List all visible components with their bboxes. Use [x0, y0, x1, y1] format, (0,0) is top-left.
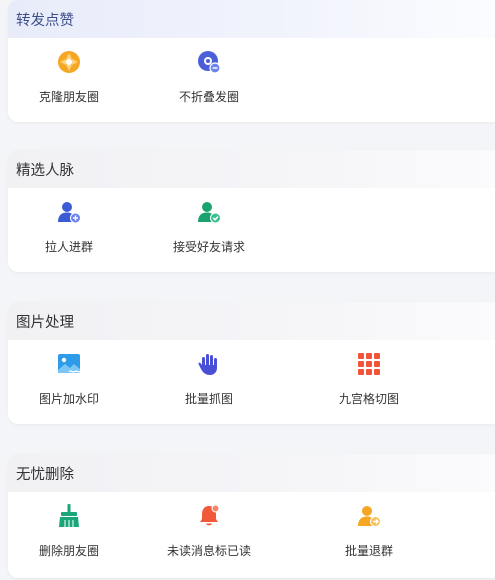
image-watermark-button[interactable]: 图片加水印: [8, 340, 143, 407]
section-worry-free-delete: 无忧删除 删除朋友圈 未读消息标已读 批量退群: [8, 454, 495, 578]
tile-label: 批量退群: [344, 544, 393, 558]
section-image-processing: 图片处理 图片加水印 批量抓图 九宫格切图: [8, 302, 495, 424]
mark-unread-as-read-button[interactable]: 未读消息标已读: [135, 492, 283, 559]
nine-grid-cut-button[interactable]: 九宫格切图: [295, 340, 443, 407]
delete-moments-button[interactable]: 删除朋友圈: [8, 492, 143, 559]
section-title: 图片处理: [8, 302, 495, 340]
nine-grid-icon: [357, 352, 381, 376]
section-title: 转发点赞: [8, 0, 495, 38]
unfold-settings-icon: [197, 50, 221, 74]
section-forward-like: 转发点赞 克隆朋友圈 不折叠发圈: [8, 0, 495, 122]
no-fold-post-button[interactable]: 不折叠发圈: [135, 38, 283, 105]
hand-grab-icon: [197, 352, 221, 376]
aperture-icon: [57, 50, 81, 74]
tile-label: 图片加水印: [38, 392, 99, 406]
section-title: 无忧删除: [8, 454, 495, 492]
tile-label: 批量抓图: [184, 392, 233, 406]
tile-label: 九宫格切图: [338, 392, 399, 406]
accept-friend-icon: [197, 200, 221, 224]
section-selected-contacts: 精选人脉 拉人进群 接受好友请求: [8, 150, 495, 272]
tile-label: 拉人进群: [44, 240, 93, 254]
tile-label: 删除朋友圈: [38, 544, 99, 558]
tile-label: 接受好友请求: [172, 240, 245, 254]
image-watermark-icon: [57, 352, 81, 376]
invite-to-group-button[interactable]: 拉人进群: [8, 188, 143, 255]
leave-group-icon: [357, 504, 381, 528]
clone-moments-button[interactable]: 克隆朋友圈: [8, 38, 143, 105]
section-title: 精选人脉: [8, 150, 495, 188]
tile-label: 不折叠发圈: [178, 90, 239, 104]
batch-grab-images-button[interactable]: 批量抓图: [135, 340, 283, 407]
tools-page: 转发点赞 克隆朋友圈 不折叠发圈 精选人脉 拉人进群 接受好友请求 图片处理 图…: [0, 0, 495, 580]
batch-leave-groups-button[interactable]: 批量退群: [295, 492, 443, 559]
tile-label: 未读消息标已读: [166, 544, 251, 558]
tile-label: 克隆朋友圈: [38, 90, 99, 104]
broom-icon: [57, 504, 81, 528]
add-user-icon: [57, 200, 81, 224]
accept-friend-request-button[interactable]: 接受好友请求: [135, 188, 283, 255]
bell-icon: [197, 504, 221, 528]
